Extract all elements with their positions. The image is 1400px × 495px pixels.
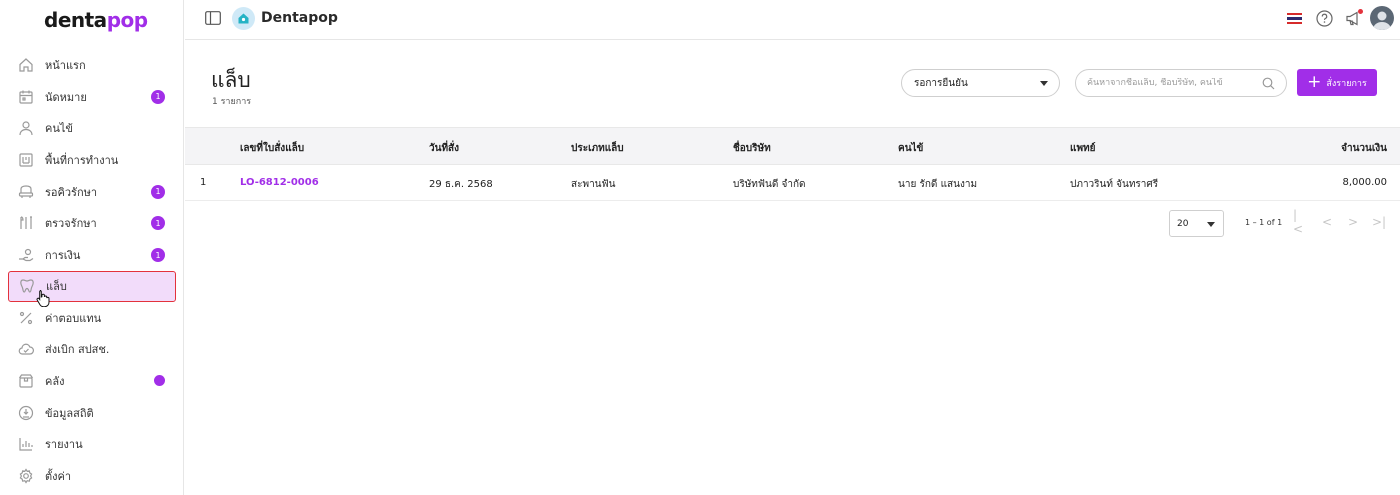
app-logo[interactable]: dentapop xyxy=(44,8,148,32)
sidebar-item-label: พื้นที่การทำงาน xyxy=(45,153,119,167)
column-header-order-no[interactable]: เลขที่ใบสั่งแล็บ xyxy=(240,141,304,156)
rows-per-page-select[interactable]: 20 xyxy=(1169,210,1224,237)
notification-badge: 1 xyxy=(151,89,165,104)
tooth-icon xyxy=(19,278,35,294)
company-name: บริษัทฟันดี จำกัด xyxy=(733,179,806,190)
amount: 8,000.00 xyxy=(1342,177,1387,188)
sidebar-item-label: การเงิน xyxy=(45,248,81,262)
column-header-lab-type[interactable]: ประเภทแล็บ xyxy=(571,141,624,156)
column-header-amount[interactable]: จำนวนเงิน xyxy=(1341,141,1387,156)
stats-icon xyxy=(18,405,34,421)
money-hand-icon xyxy=(18,247,34,263)
sidebar-item-queue[interactable]: รอคิวรักษา 1 xyxy=(0,176,184,208)
sidebar-item-treatment[interactable]: ตรวจรักษา 1 xyxy=(0,207,184,239)
sidebar: dentapop หน้าแรก นัดหมาย 1 คนไข้ พื้นที่… xyxy=(0,0,184,495)
sidebar-item-appointments[interactable]: นัดหมาย 1 xyxy=(0,81,184,113)
notification-badge: 1 xyxy=(151,248,165,263)
sidebar-item-patients[interactable]: คนไข้ xyxy=(0,112,184,144)
sidebar-item-label: คลัง xyxy=(45,375,65,389)
dental-chair-icon xyxy=(18,184,34,200)
brand-name: Dentapop xyxy=(261,10,338,26)
row-index: 1 xyxy=(200,177,207,188)
box-icon xyxy=(18,373,34,389)
clinic-home-icon xyxy=(232,7,255,30)
sidebar-item-workspace[interactable]: พื้นที่การทำงาน xyxy=(0,144,184,176)
column-header-date[interactable]: วันที่สั่ง xyxy=(429,141,459,156)
notification-dot xyxy=(1358,8,1363,14)
sidebar-item-label: หน้าแรก xyxy=(45,58,86,72)
sidebar-item-label: ค่าตอบแทน xyxy=(45,311,102,325)
user-icon xyxy=(18,120,34,136)
last-page-icon[interactable]: >| xyxy=(1372,215,1386,229)
report-icon xyxy=(18,436,34,452)
chevron-down-icon xyxy=(1207,222,1215,227)
table-row[interactable]: 1 LO-6812-0006 29 ธ.ค. 2568 สะพานฟัน บริ… xyxy=(185,165,1400,201)
logo-accent-text: pop xyxy=(106,8,148,32)
lab-type: สะพานฟัน xyxy=(571,179,616,190)
percent-icon xyxy=(18,310,34,326)
first-page-icon[interactable]: |< xyxy=(1293,208,1307,236)
sidebar-item-lab[interactable]: แล็บ xyxy=(8,270,176,302)
chevron-down-icon xyxy=(1040,81,1048,86)
sidebar-item-label: รายงาน xyxy=(45,438,83,452)
sidebar-item-label: ตรวจรักษา xyxy=(45,217,97,231)
dental-tools-icon xyxy=(18,215,34,231)
prev-page-icon[interactable]: < xyxy=(1320,215,1334,229)
sidebar-item-label: ข้อมูลสถิติ xyxy=(45,406,94,420)
sidebar-toggle-icon[interactable] xyxy=(205,11,221,25)
sidebar-item-label: ตั้งค่า xyxy=(45,470,72,484)
hand-cursor-icon xyxy=(36,290,50,307)
record-count: 1 รายการ xyxy=(212,97,252,107)
avatar[interactable] xyxy=(1370,6,1394,30)
doctor-name: ปภาวรินท์ จันทราศรี xyxy=(1070,179,1159,190)
status-filter-value: รอการยืนยัน xyxy=(914,77,968,89)
plus-icon: + xyxy=(1307,72,1322,92)
home-icon xyxy=(18,57,34,73)
logo-text: denta xyxy=(44,8,107,32)
workspace-icon xyxy=(18,152,34,168)
search-input[interactable] xyxy=(1087,78,1267,88)
search-icon[interactable] xyxy=(1262,77,1275,90)
notification-badge: 1 xyxy=(151,216,165,231)
add-button-label: สั่งรายการ xyxy=(1326,78,1367,89)
cloud-icon xyxy=(18,341,34,357)
topbar: Dentapop xyxy=(185,0,1400,40)
announcement-icon[interactable] xyxy=(1345,8,1363,27)
sidebar-item-settings[interactable]: ตั้งค่า xyxy=(0,460,184,492)
notification-badge: 1 xyxy=(151,184,165,199)
column-header-patient[interactable]: คนไข้ xyxy=(898,141,923,156)
search-box xyxy=(1075,69,1287,97)
sidebar-item-compensation[interactable]: ค่าตอบแทน xyxy=(0,302,184,334)
status-dot xyxy=(154,375,165,387)
topbar-actions xyxy=(1287,6,1394,30)
status-filter-select[interactable]: รอการยืนยัน xyxy=(901,69,1060,97)
lab-order-link[interactable]: LO-6812-0006 xyxy=(240,177,319,188)
gear-icon xyxy=(18,468,34,484)
help-icon[interactable] xyxy=(1316,9,1333,27)
sidebar-item-home[interactable]: หน้าแรก xyxy=(0,49,184,81)
app-root: dentapop หน้าแรก นัดหมาย 1 คนไข้ พื้นที่… xyxy=(0,0,1400,495)
sidebar-item-statistics[interactable]: ข้อมูลสถิติ xyxy=(0,397,184,429)
sidebar-item-label: รอคิวรักษา xyxy=(45,185,98,199)
add-lab-order-button[interactable]: + สั่งรายการ xyxy=(1297,69,1377,96)
sidebar-item-reports[interactable]: รายงาน xyxy=(0,429,184,461)
next-page-icon[interactable]: > xyxy=(1346,215,1360,229)
sidebar-item-label: คนไข้ xyxy=(45,122,73,136)
sidebar-item-nhso-claim[interactable]: ส่งเบิก สปสช. xyxy=(0,334,184,366)
order-date: 29 ธ.ค. 2568 xyxy=(429,179,493,190)
column-header-doctor[interactable]: แพทย์ xyxy=(1070,141,1096,156)
thai-flag-icon[interactable] xyxy=(1287,12,1302,24)
pagination-range: 1 – 1 of 1 xyxy=(1245,218,1283,227)
sidebar-item-finance[interactable]: การเงิน 1 xyxy=(0,239,184,271)
table-header: เลขที่ใบสั่งแล็บ วันที่สั่ง ประเภทแล็บ ช… xyxy=(185,127,1400,165)
calendar-icon xyxy=(18,89,34,105)
column-header-company[interactable]: ชื่อบริษัท xyxy=(733,141,771,156)
rows-per-page-value: 20 xyxy=(1177,218,1189,229)
sidebar-item-label: ส่งเบิก สปสช. xyxy=(45,343,110,357)
sidebar-item-label: นัดหมาย xyxy=(45,90,87,104)
patient-name: นาย รักดี แสนงาม xyxy=(898,179,978,190)
sidebar-nav: หน้าแรก นัดหมาย 1 คนไข้ พื้นที่การทำงาน … xyxy=(0,49,184,492)
sidebar-item-inventory[interactable]: คลัง xyxy=(0,365,184,397)
page-title: แล็บ xyxy=(211,68,251,92)
